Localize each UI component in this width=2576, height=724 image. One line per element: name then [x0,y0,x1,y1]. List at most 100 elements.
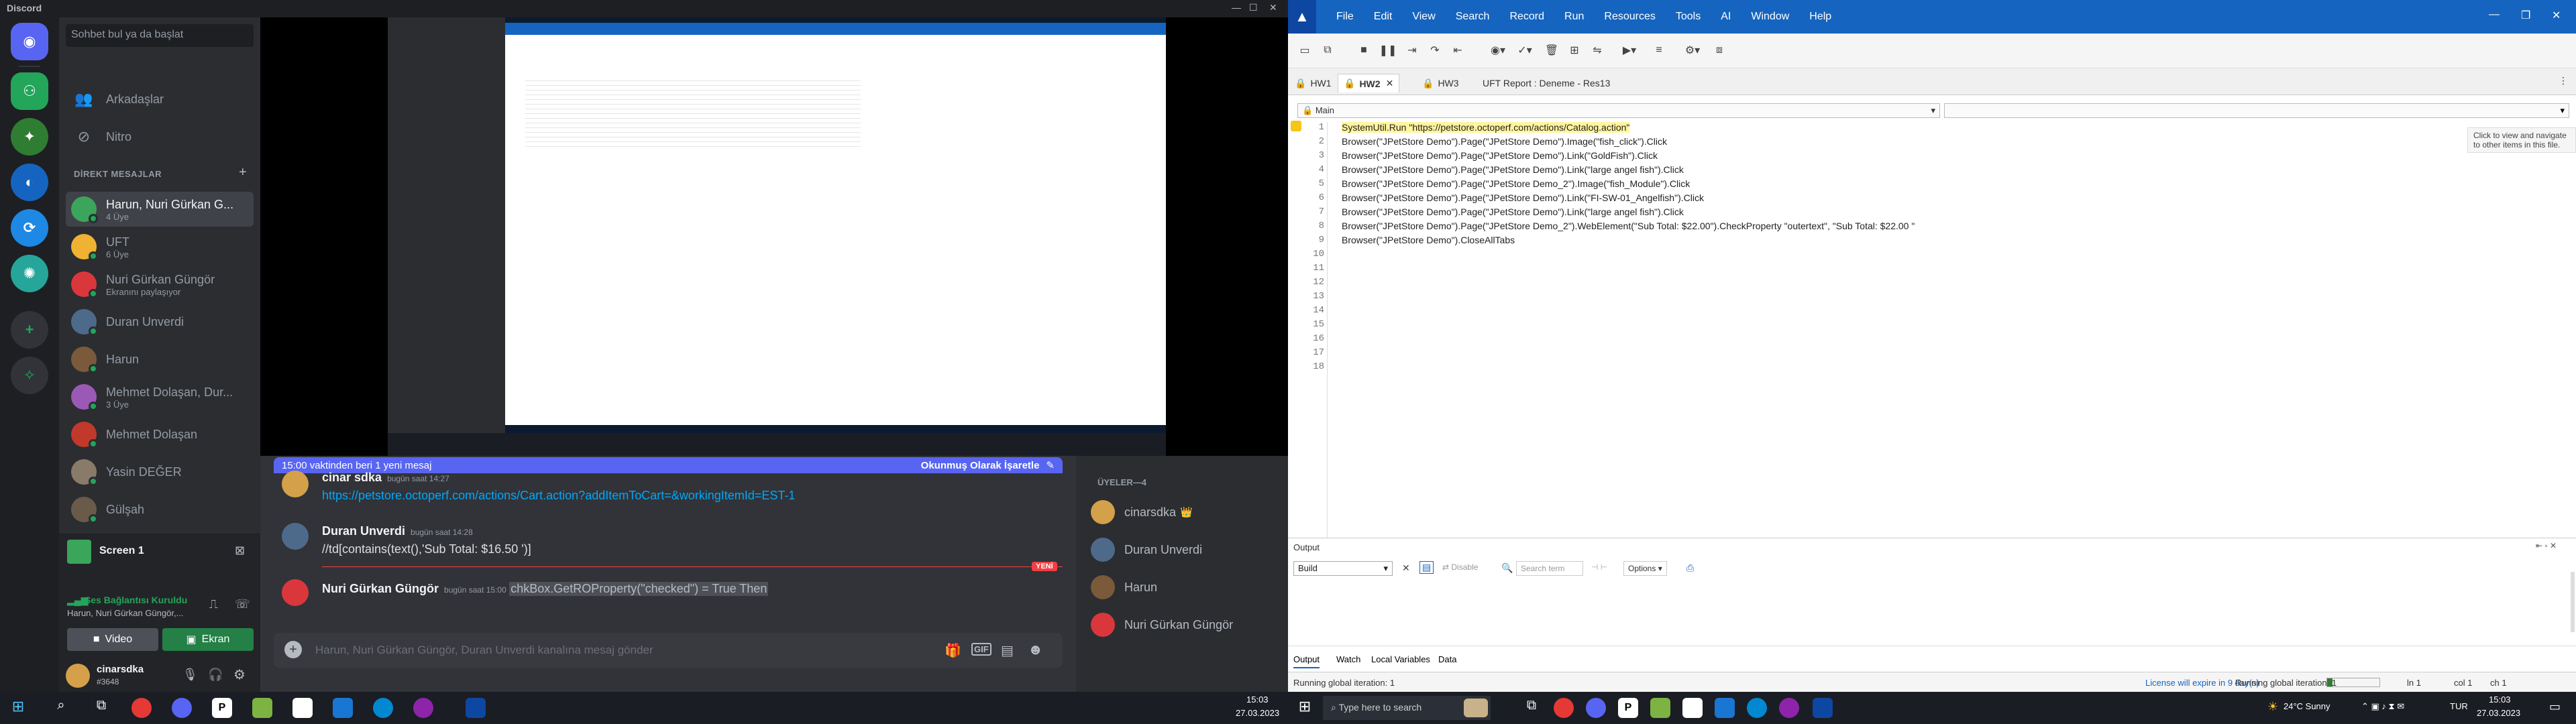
tab-hw3[interactable]: 🔒 HW3 [1422,74,1459,93]
video-button[interactable]: ■ Video [67,628,158,651]
app-icon[interactable] [1715,698,1735,718]
tab-output[interactable]: Output [1293,654,1320,668]
pin-icon[interactable]: ⇤ ▫ ✕ [2536,541,2557,550]
emoji-icon[interactable]: ☻ [1028,641,1043,658]
server-icon[interactable]: ◐ [11,164,48,201]
maximize-icon[interactable]: ☐ [1249,2,1258,13]
menu-file[interactable]: File [1336,11,1354,23]
object-repo-icon[interactable]: ⇋ [1589,42,1606,59]
options-dropdown[interactable]: Options ▾ [1623,561,1667,576]
scope-select[interactable]: 🔒 Main ▾ [1297,103,1940,118]
avatar[interactable] [282,523,309,550]
search-input[interactable]: Sohbet bul ya da başlat [66,24,254,47]
code-line[interactable]: Browser("JPetStore Demo").Page("JPetStor… [1342,150,1658,161]
close-tab-icon[interactable]: ✕ [1386,78,1394,89]
code-line[interactable]: Browser("JPetStore Demo").Page("JPetStor… [1342,164,1684,175]
dm-item[interactable]: Harun [66,342,254,377]
message-composer[interactable]: + Harun, Nuri Gürkan Güngör, Duran Unver… [274,633,1063,668]
tray-icons[interactable]: ⌃ ▣ ♪ ⧗ ✉ [2361,701,2404,712]
dm-item[interactable]: Yasin DEĞER [66,455,254,489]
gif-icon[interactable]: GIF [971,643,991,656]
windows-start-icon[interactable]: ⊞ [1295,698,1315,718]
app-k-icon[interactable] [1650,698,1670,718]
language-indicator[interactable]: TUR [2450,701,2468,711]
dm-item[interactable]: Mehmet Dolaşan [66,417,254,452]
chrome-icon[interactable] [1554,698,1574,718]
menu-window[interactable]: Window [1751,11,1789,23]
stream-view[interactable] [260,17,1288,456]
menu-view[interactable]: View [1412,11,1435,23]
code-line[interactable]: Browser("JPetStore Demo").Page("JPetStor… [1342,178,1690,189]
uft-taskbar-icon[interactable] [466,698,486,718]
minimize-icon[interactable]: — [2489,9,2500,21]
menu-ai[interactable]: AI [1721,11,1731,23]
voice-status[interactable]: Ses Bağlantısı Kuruldu [85,595,187,605]
code-line[interactable]: Browser("JPetStore Demo").Page("JPetStor… [1342,136,1667,147]
tab-report[interactable]: UFT Report : Deneme - Res13 [1483,74,1610,93]
attach-icon[interactable]: + [284,641,302,658]
discord-icon[interactable] [1586,698,1606,718]
stop-stream-icon[interactable]: ⊠ [235,544,245,558]
dm-item[interactable]: Duran Unverdi [66,304,254,339]
close-icon[interactable]: ✕ [1269,2,1277,13]
microphone-icon[interactable]: 🎙 [182,668,198,682]
step-into-icon[interactable]: ⇥ [1403,42,1421,59]
member-select[interactable]: ▾ [1944,103,2569,118]
save-icon[interactable]: ▭ [1296,42,1313,59]
tab-menu-icon[interactable]: ⋮ [2559,75,2568,86]
app-k-icon[interactable] [252,698,272,718]
app-p-icon[interactable]: P [212,698,232,718]
edge-icon[interactable] [373,698,393,718]
tab-data[interactable]: Data [1438,654,1456,664]
search-icon[interactable]: ⌕ [51,698,71,718]
chrome-icon[interactable] [131,698,152,718]
server-icon[interactable]: ✦ [11,118,48,156]
gift-icon[interactable]: 🎁 [945,642,961,659]
menu-tools[interactable]: Tools [1676,11,1701,23]
dm-item[interactable]: Mehmet Dolaşan, Dur... 3 Üye [66,379,254,414]
clear-icon[interactable]: ✕ [1402,562,1410,574]
member-item[interactable]: Nuri Gürkan Güngör [1091,610,1279,640]
tab-hw2[interactable]: 🔒 HW2 ✕ [1338,74,1400,93]
notification-icon[interactable]: ▭ [2549,700,2561,714]
mark-read-icon[interactable]: ✎ [1046,459,1055,471]
dm-item[interactable]: Gülşah [66,492,254,527]
app-icon[interactable] [1779,698,1799,718]
search-input[interactable]: Search term [1516,561,1583,576]
dm-item[interactable]: Nuri Gürkan Güngör Ekranını paylaşıyor [66,267,254,302]
friends-nav[interactable]: 👥 Arkadaşlar [66,82,254,117]
record-icon[interactable]: ◉▾ [1489,42,1507,59]
tab-local-variables[interactable]: Local Variables [1371,654,1430,664]
filter-icon[interactable]: ▤ [1419,561,1434,574]
menu-search[interactable]: Search [1456,11,1490,23]
step-out-icon[interactable]: ⇤ [1449,42,1466,59]
message-link[interactable]: https://petstore.octoperf.com/actions/Ca… [322,489,795,503]
copy-icon[interactable]: ⧉ [1319,42,1336,59]
uft-taskbar-icon[interactable] [1813,698,1833,718]
settings-icon[interactable]: ⚙▾ [1684,42,1701,59]
sticker-icon[interactable]: ▤ [1001,642,1014,659]
tab-hw1[interactable]: 🔒 HW1 [1295,74,1332,93]
server-icon[interactable]: ⚇ [11,72,48,110]
member-item[interactable]: Harun [1091,572,1279,602]
export-icon[interactable]: ⎙ [1686,562,1694,574]
menu-record[interactable]: Record [1509,11,1544,23]
member-item[interactable]: Duran Unverdi [1091,535,1279,564]
add-server-icon[interactable]: + [11,311,48,349]
add-dm-icon[interactable]: + [239,165,247,180]
code-line[interactable]: Browser("JPetStore Demo").Page("JPetStor… [1342,192,1704,203]
app-icon[interactable] [413,698,433,718]
weather-text[interactable]: 24°C Sunny [2284,701,2330,711]
app-icon[interactable] [1682,698,1703,718]
member-item[interactable]: cinarsdka 👑 [1091,497,1279,527]
server-icon[interactable]: ✺ [11,255,48,292]
pause-icon[interactable]: ❚❚ [1379,42,1397,59]
headphones-icon[interactable]: 🎧 [208,668,223,682]
checkpoint-icon[interactable]: ✓▾ [1516,42,1534,59]
task-view-icon[interactable]: ⧉ [1521,698,1542,718]
window-icon[interactable]: ⧈ [1711,42,1728,59]
breakpoint-icon[interactable]: ⊞ [1566,42,1583,59]
composer-input[interactable]: Harun, Nuri Gürkan Güngör, Duran Unverdi… [315,644,653,657]
dm-item[interactable]: Harun, Nuri Gürkan G... 4 Üye [66,192,254,227]
avatar[interactable] [66,664,90,688]
